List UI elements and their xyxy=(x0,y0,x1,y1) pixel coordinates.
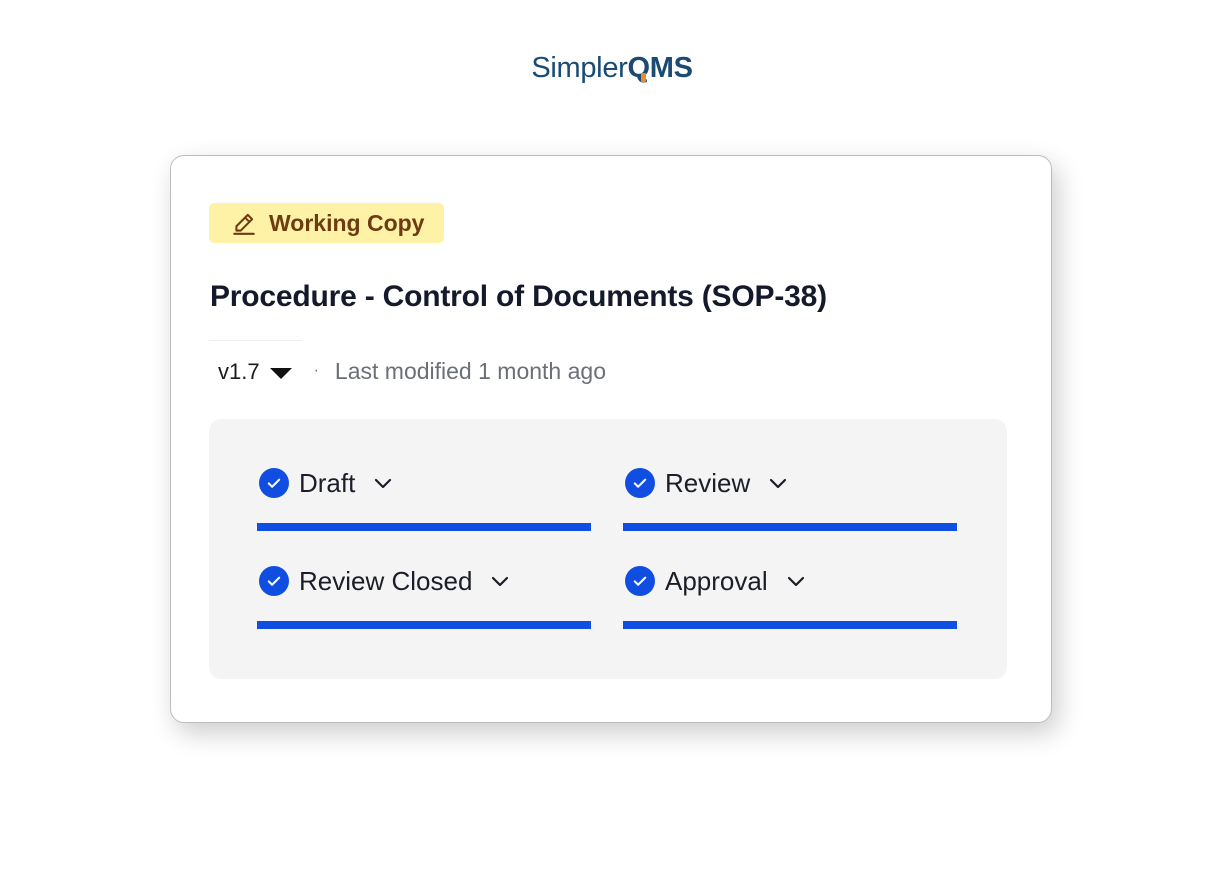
stage-review[interactable]: Review xyxy=(623,461,957,531)
logo-accent-mark xyxy=(640,73,646,82)
stage-label: Review Closed xyxy=(299,565,473,596)
version-label: v1.7 xyxy=(218,358,260,384)
stage-approval[interactable]: Approval xyxy=(623,559,957,629)
stage-progress-bar xyxy=(257,523,591,531)
caret-down-icon xyxy=(269,367,292,379)
chevron-down-icon xyxy=(492,576,509,587)
check-circle-icon xyxy=(259,468,289,498)
stage-progress-bar xyxy=(623,523,957,531)
page: SimplerQMS Working Copy Procedure - Cont… xyxy=(0,0,1224,880)
chevron-down-icon xyxy=(770,478,787,489)
document-card: Working Copy Procedure - Control of Docu… xyxy=(170,155,1052,723)
version-dropdown[interactable]: v1.7 xyxy=(209,340,302,402)
document-title: Procedure - Control of Documents (SOP-38… xyxy=(210,280,827,313)
check-circle-icon xyxy=(625,468,655,498)
stage-label: Review xyxy=(665,467,751,498)
check-circle-icon xyxy=(625,566,655,596)
pencil-icon xyxy=(233,213,255,235)
logo-text-light: Simpler xyxy=(531,52,628,84)
working-copy-badge: Working Copy xyxy=(209,203,445,243)
document-meta: v1.7 · Last modified 1 month ago xyxy=(209,340,606,402)
stage-progress-bar xyxy=(623,621,957,629)
logo-text-bold-label: QMS xyxy=(627,52,693,84)
logo-text-bold: QMS xyxy=(628,52,693,84)
last-modified-text: Last modified 1 month ago xyxy=(334,357,606,384)
chevron-down-icon xyxy=(375,478,392,489)
simplerqms-logo: SimplerQMS xyxy=(0,52,1224,85)
meta-separator: · xyxy=(313,362,319,379)
stage-review-closed[interactable]: Review Closed xyxy=(257,559,591,629)
badge-label: Working Copy xyxy=(269,209,425,236)
workflow-stages-panel: Draft Review Review Closed Approval xyxy=(209,419,1007,679)
chevron-down-icon xyxy=(787,576,804,587)
stage-label: Approval xyxy=(665,565,768,596)
stage-progress-bar xyxy=(257,621,591,629)
stage-label: Draft xyxy=(299,467,356,498)
stage-draft[interactable]: Draft xyxy=(257,461,591,531)
check-circle-icon xyxy=(259,566,289,596)
